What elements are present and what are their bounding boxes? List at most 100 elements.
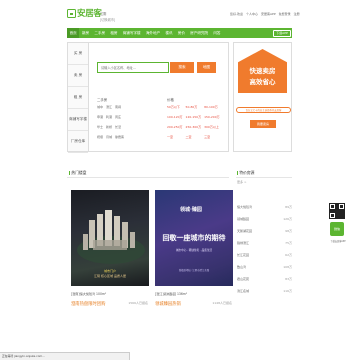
- list-item[interactable]: 长江花园 62万: [237, 253, 292, 257]
- category-tabs: 买 房 卖 房 租 房 商铺写字楼 厂房仓库: [67, 42, 89, 153]
- map-search-button[interactable]: 地图: [197, 62, 216, 73]
- filter-option[interactable]: 新桥: [106, 125, 112, 129]
- filter-option[interactable]: 50万以下: [167, 105, 183, 109]
- main-nav: 首页 新房 二手房 租房 商铺写字楼 海外地产 楼讯 房价 房产研究院 问答 下…: [67, 28, 292, 38]
- nav-item-second-hand[interactable]: 二手房: [92, 31, 108, 36]
- price-filter-head: 价格: [167, 98, 174, 102]
- nav-item-rent[interactable]: 租房: [108, 31, 120, 36]
- site-logo[interactable]: 安居客: [67, 7, 102, 19]
- list-item[interactable]: 锦绣澄江 75万: [237, 241, 292, 245]
- filter-option[interactable]: 300万以上: [204, 125, 220, 129]
- filter-option[interactable]: 120-150万: [186, 115, 202, 119]
- list-item[interactable]: 君山花苑 83万: [237, 277, 292, 281]
- switch-city-link[interactable]: [切换城市]: [100, 17, 115, 22]
- signup-count: 1566人已报名: [128, 301, 148, 305]
- list-item-name: 长江花园: [237, 253, 250, 257]
- tab-factory[interactable]: 厂房仓库: [68, 131, 88, 153]
- nav-item-overseas[interactable]: 海外地产: [143, 31, 163, 36]
- list-item-name: 敔山湾: [237, 265, 247, 269]
- deals-section-title: 特价房源: [237, 170, 254, 176]
- nav-item-home[interactable]: 首页: [67, 28, 80, 38]
- list-item-detail: 75万: [285, 241, 292, 245]
- list-item[interactable]: 滨江名城 116万: [237, 289, 292, 293]
- city-selector[interactable]: 江阴 [切换城市]: [100, 11, 115, 22]
- filter-option[interactable]: 100-120万: [167, 115, 183, 119]
- user-center-link[interactable]: 个人中心: [246, 12, 258, 16]
- nav-item-qa[interactable]: 问答: [211, 31, 223, 36]
- list-item-name: 恒大悦珑湾: [237, 205, 253, 209]
- tab-rent[interactable]: 租 房: [68, 87, 88, 109]
- property-image[interactable]: 领城·臻园 回敬一座城市的期待 城市中心 · 稀缺住宅 · 品质生活 售楼处地址…: [155, 190, 233, 286]
- more-link[interactable]: 更多 >: [237, 180, 246, 184]
- price-filter-list: 50万以下 50-80万 80-100万 100-120万 120-150万 1…: [167, 105, 220, 139]
- filter-option[interactable]: 徐霞客: [115, 135, 124, 139]
- filter-option[interactable]: 150-200万: [204, 115, 220, 119]
- nav-item-news[interactable]: 楼讯: [163, 31, 175, 36]
- filter-option[interactable]: 二室: [186, 135, 202, 139]
- sell-promo-panel[interactable]: 快速卖房 高效省心 百分之七十的业主选择委托安居客 我要卖房: [233, 42, 292, 152]
- register-link[interactable]: 注册: [294, 12, 300, 16]
- list-item-name: 滨江名城: [237, 289, 250, 293]
- filter-option[interactable]: 月城: [106, 135, 112, 139]
- filter-option[interactable]: 一室: [167, 135, 183, 139]
- filter-option[interactable]: 80-100万: [204, 105, 220, 109]
- list-item-detail: 89万: [285, 205, 292, 209]
- filter-option[interactable]: 200-250万: [167, 125, 183, 129]
- logo-icon: [67, 8, 76, 18]
- filter-option[interactable]: 澄江: [106, 105, 112, 109]
- filter-option[interactable]: 华士: [97, 125, 103, 129]
- list-item-name: 天鹅湖花园: [237, 229, 253, 233]
- filter-option[interactable]: 周庄: [115, 115, 124, 119]
- download-app-button[interactable]: 下载APP: [273, 29, 291, 37]
- nav-item-commercial[interactable]: 商铺写字楼: [120, 31, 143, 36]
- filter-option[interactable]: 长泾: [115, 125, 124, 129]
- filter-option[interactable]: 祝塘: [97, 135, 103, 139]
- property-card[interactable]: 城市门户 江阴 核心区域 品质人居 [澄南]恒大悦珑湾 100m² 澄南热盘限时…: [71, 190, 149, 352]
- search-row: 搜索 地图: [97, 62, 216, 73]
- image-caption-line: 江阴 核心区域 品质人居: [94, 273, 126, 278]
- nav-item-price[interactable]: 房价: [175, 31, 187, 36]
- property-image[interactable]: 城市门户 江阴 核心区域 品质人居: [71, 190, 149, 286]
- city-name: 江阴: [100, 12, 107, 16]
- property-card[interactable]: 领城·臻园 回敬一座城市的期待 城市中心 · 稀缺住宅 · 品质生活 售楼处地址…: [155, 190, 233, 352]
- filter-option[interactable]: 申港: [97, 115, 103, 119]
- list-item-detail: 83万: [285, 277, 292, 281]
- qr-caption: 下载安居客APP: [330, 240, 346, 243]
- search-input[interactable]: [97, 62, 169, 73]
- section-divider: [67, 177, 229, 178]
- filter-option[interactable]: 50-80万: [186, 105, 202, 109]
- tab-commercial[interactable]: 商铺写字楼: [68, 109, 88, 131]
- group-buy-link[interactable]: 领城臻园热销: [155, 301, 181, 307]
- list-item-name: 领城臻园: [237, 217, 250, 221]
- image-caption: 城市门户 江阴 核心区域 品质人居: [83, 269, 137, 279]
- filter-option[interactable]: 三室: [204, 135, 220, 139]
- sell-house-button[interactable]: 我要卖房: [250, 120, 276, 128]
- list-item[interactable]: 领城臻园 126万: [237, 217, 292, 221]
- list-item[interactable]: 敔山湾 108万: [237, 265, 292, 269]
- filter-option[interactable]: 250-300万: [186, 125, 202, 129]
- nav-item-new[interactable]: 新房: [79, 31, 91, 36]
- nav-item-research[interactable]: 房产研究院: [188, 31, 211, 36]
- filter-option[interactable]: 利港: [106, 115, 112, 119]
- app-link[interactable]: 安居客APP: [261, 12, 276, 16]
- section-divider: [236, 177, 292, 178]
- group-buy-link[interactable]: 澄南热盘限时团购: [71, 301, 105, 307]
- tab-sell[interactable]: 卖 房: [68, 65, 88, 87]
- filter-option[interactable]: 南闸: [115, 105, 124, 109]
- login-link[interactable]: 免费登录: [279, 12, 291, 16]
- property-caption[interactable]: [澄江]领城臻园 136m²: [155, 291, 187, 296]
- property-caption[interactable]: [澄南]恒大悦珑湾 100m²: [71, 291, 106, 296]
- wechat-icon[interactable]: 微信: [330, 222, 344, 236]
- list-item-detail: 62万: [285, 253, 292, 257]
- list-item[interactable]: 天鹅湖花园 98万: [237, 229, 292, 233]
- list-item-detail: 126万: [283, 217, 292, 221]
- app-qr-widget[interactable]: 微信 下载安居客APP: [328, 202, 346, 244]
- list-item-name: 君山花苑: [237, 277, 250, 281]
- tab-buy[interactable]: 买 房: [68, 43, 88, 65]
- price-filter: 价格 50万以下 50-80万 80-100万 100-120万 120-150…: [167, 97, 220, 139]
- hot-section-title: 热门楼盘: [69, 170, 86, 176]
- filter-option[interactable]: 城中: [97, 105, 103, 109]
- list-item[interactable]: 恒大悦珑湾 89万: [237, 205, 292, 209]
- image-subtext: 城市中心 · 稀缺住宅 · 品质生活: [175, 249, 213, 252]
- search-button[interactable]: 搜索: [170, 62, 194, 73]
